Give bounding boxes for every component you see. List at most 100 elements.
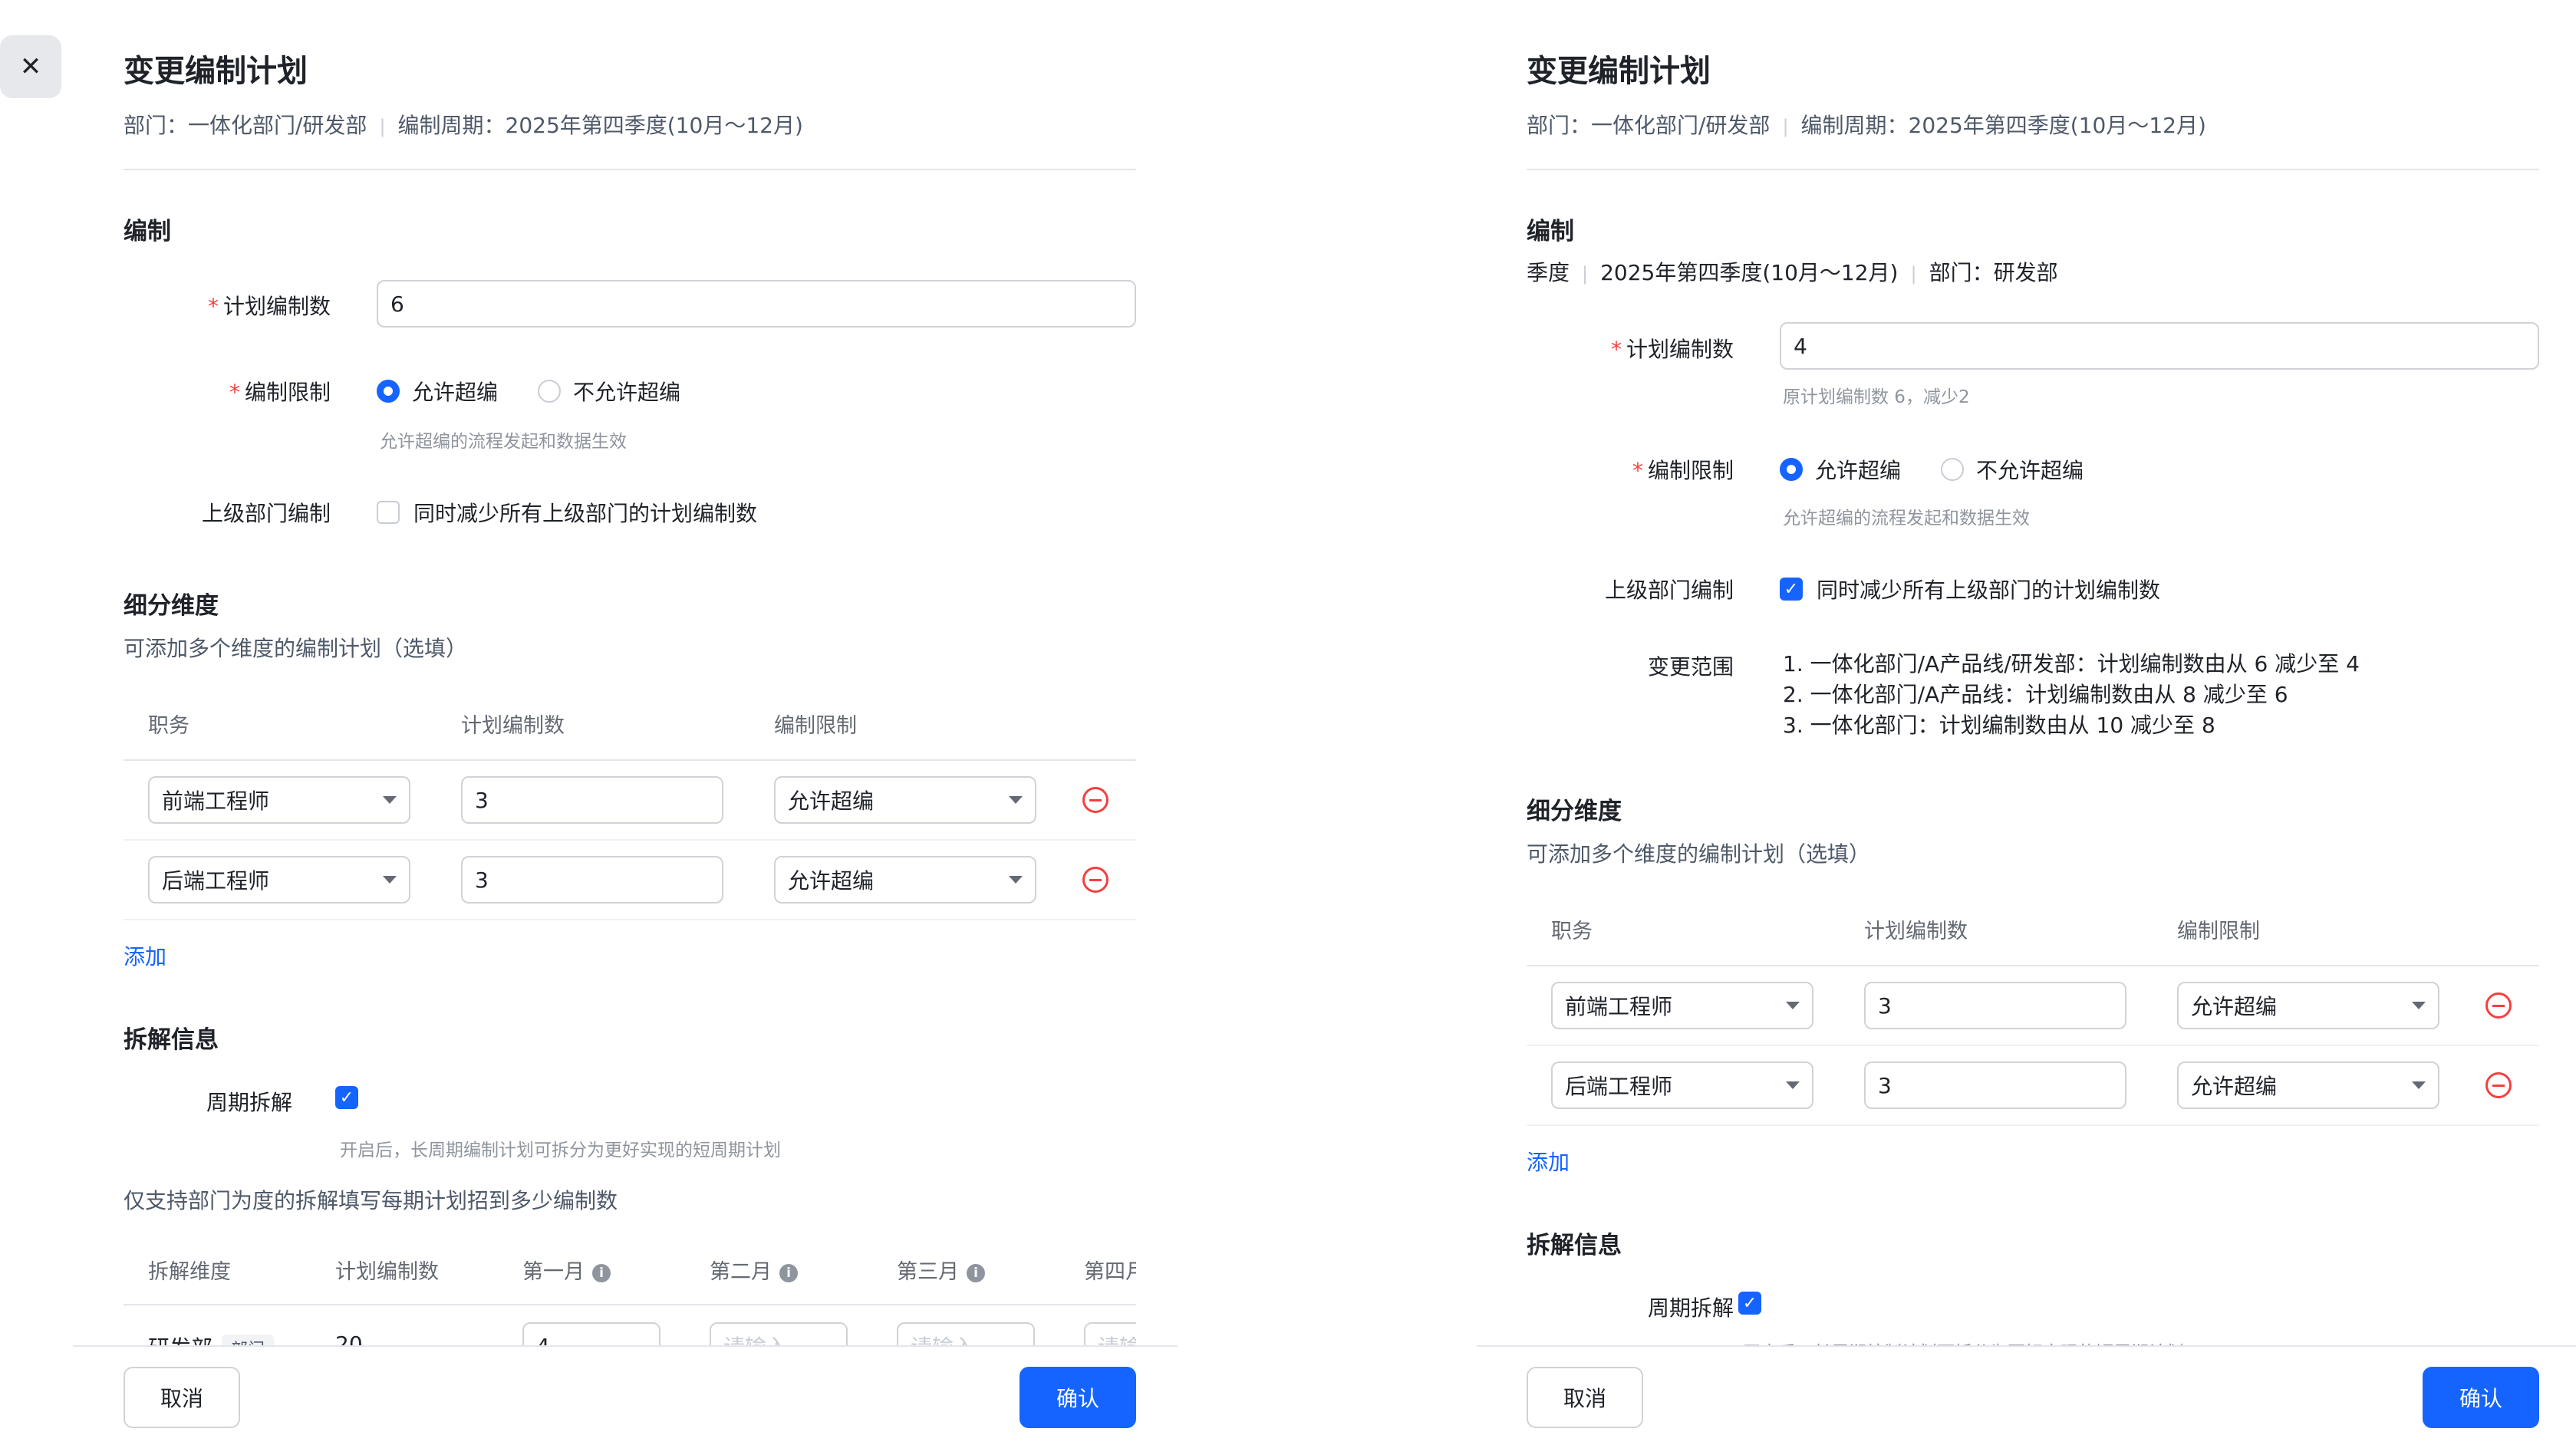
role-limit-select[interactable]: 允许超编	[774, 776, 1036, 824]
change-plan-panel-left: 变更编制计划 部门：一体化部门/研发部 | 编制周期：2025年第四季度(10月～1…	[124, 0, 1136, 1445]
role-count-input[interactable]: 3	[1864, 982, 2126, 1029]
radio-selected-icon	[377, 380, 400, 403]
remove-row-icon[interactable]	[2485, 1072, 2512, 1098]
role-select[interactable]: 后端工程师	[1551, 1062, 1813, 1109]
section-title-headcount: 编制	[1527, 218, 1574, 245]
chevron-down-icon	[383, 876, 397, 884]
plan-count-input[interactable]: 6	[377, 280, 1136, 328]
confirm-button[interactable]: 确认	[2423, 1367, 2539, 1428]
page-meta: 部门：一体化部门/研发部 | 编制周期：2025年第四季度(10月～12月)	[1527, 109, 2206, 140]
split-header-dimension: 拆解维度	[148, 1260, 231, 1284]
close-button[interactable]: ✕	[0, 35, 61, 98]
required-mark: *	[1632, 458, 1643, 483]
plan-count-label: * 计划编制数	[207, 294, 331, 319]
split-hint: 开启后，长周期编制计划可拆分为更好实现的短周期计划	[340, 1141, 781, 1160]
checkbox-checked-icon: ✓	[1738, 1292, 1761, 1315]
split-hint: 开启后，长周期编制计划可拆分为更好实现的短周期计划	[1743, 1338, 2184, 1345]
panel-scroll-area: 变更编制计划 部门：一体化部门/研发部 | 编制周期：2025年第四季度(10月～1…	[1527, 0, 2539, 1345]
page-title: 变更编制计划	[124, 54, 308, 89]
table-header-limit: 编制限制	[774, 714, 857, 738]
table-header-count: 计划编制数	[461, 714, 565, 738]
remove-row-icon[interactable]	[1082, 787, 1108, 813]
radio-unselected-icon	[1941, 458, 1964, 481]
required-mark: *	[229, 380, 240, 405]
dimensions-hint: 可添加多个维度的编制计划（选填）	[1527, 841, 1871, 867]
table-header-limit: 编制限制	[2177, 920, 2260, 943]
meta-separator: |	[1782, 116, 1789, 137]
section-title-dimensions: 细分维度	[124, 592, 219, 620]
cancel-button[interactable]: 取消	[1527, 1367, 1643, 1428]
add-row-link[interactable]: 添加	[124, 940, 166, 971]
chevron-down-icon	[383, 796, 397, 804]
table-header-divider	[124, 759, 1136, 761]
split-toggle-checkbox[interactable]: ✓	[1738, 1292, 1775, 1315]
split-header-month-1: 第一月 i	[522, 1255, 611, 1285]
split-header-month-4: 第四月	[1084, 1260, 1136, 1284]
chevron-down-icon	[2412, 1002, 2426, 1009]
split-header-count: 计划编制数	[335, 1260, 439, 1284]
split-header-month-3: 第三月 i	[897, 1255, 985, 1285]
header-divider	[1527, 169, 2539, 170]
remove-row-icon[interactable]	[1082, 867, 1108, 893]
chevron-down-icon	[1009, 796, 1023, 804]
role-limit-select[interactable]: 允许超编	[774, 856, 1036, 904]
table-row-divider	[124, 839, 1136, 841]
meta-dept: 部门：一体化部门/研发部	[1527, 113, 1771, 138]
plan-count-input[interactable]: 4	[1780, 322, 2539, 370]
change-plan-panel-right: 变更编制计划 部门：一体化部门/研发部 | 编制周期：2025年第四季度(10月～1…	[1527, 0, 2539, 1445]
radio-unselected-icon	[538, 380, 561, 403]
section-title-dimensions: 细分维度	[1527, 798, 1622, 825]
close-icon: ✕	[19, 51, 42, 82]
meta-dept: 部门：一体化部门/研发部	[124, 113, 367, 138]
split-month-1-input[interactable]: 4	[522, 1322, 660, 1345]
plan-count-label: * 计划编制数	[1610, 337, 1734, 362]
panel-scroll-area: 变更编制计划 部门：一体化部门/研发部 | 编制周期：2025年第四季度(10月～1…	[124, 0, 1136, 1345]
split-header-month-2: 第二月 i	[710, 1255, 798, 1285]
meta-separator: |	[379, 116, 386, 137]
split-row-count: 20	[335, 1331, 363, 1345]
remove-row-icon[interactable]	[2485, 992, 2512, 1019]
radio-allow-overstaff[interactable]: 允许超编	[1780, 454, 1901, 485]
meta-period: 编制周期：2025年第四季度(10月～12月)	[1800, 113, 2206, 138]
limit-label: * 编制限制	[229, 380, 331, 405]
role-select[interactable]: 后端工程师	[148, 856, 410, 904]
split-month-4-input[interactable]: 请输入	[1084, 1322, 1136, 1345]
role-count-input[interactable]: 3	[461, 776, 723, 824]
info-icon: i	[779, 1263, 798, 1282]
required-mark: *	[1610, 337, 1622, 362]
dimensions-hint: 可添加多个维度的编制计划（选填）	[124, 636, 468, 661]
parent-reduce-checkbox[interactable]: ✓ 同时减少所有上级部门的计划编制数	[1780, 574, 2160, 604]
cancel-button[interactable]: 取消	[124, 1367, 240, 1428]
radio-allow-overstaff[interactable]: 允许超编	[377, 376, 498, 407]
parent-reduce-checkbox[interactable]: 同时减少所有上级部门的计划编制数	[377, 497, 757, 528]
table-header-count: 计划编制数	[1864, 920, 1968, 943]
radio-disallow-overstaff[interactable]: 不允许超编	[538, 376, 680, 407]
chevron-down-icon	[1009, 876, 1023, 884]
role-limit-select[interactable]: 允许超编	[2177, 982, 2439, 1029]
separator: |	[1582, 263, 1589, 285]
radio-disallow-overstaff[interactable]: 不允许超编	[1941, 454, 2084, 485]
role-select[interactable]: 前端工程师	[1551, 982, 1813, 1029]
split-toggle-checkbox[interactable]: ✓	[335, 1086, 372, 1109]
change-scope-label: 变更范围	[1647, 654, 1734, 680]
confirm-button[interactable]: 确认	[1020, 1367, 1136, 1428]
role-count-input[interactable]: 3	[461, 856, 723, 904]
plan-count-hint: 原计划编制数 6，减少2	[1783, 387, 1970, 407]
season-info-row: 季度 | 2025年第四季度(10月～12月) | 部门：研发部	[1527, 260, 2058, 285]
chevron-down-icon	[2412, 1081, 2426, 1089]
chevron-down-icon	[1786, 1081, 1800, 1089]
role-limit-select[interactable]: 允许超编	[2177, 1062, 2439, 1109]
role-select[interactable]: 前端工程师	[148, 776, 410, 824]
limit-hint: 允许超编的流程发起和数据生效	[380, 432, 627, 452]
radio-selected-icon	[1780, 458, 1803, 481]
split-month-2-input[interactable]: 请输入	[710, 1322, 848, 1345]
chevron-down-icon	[1786, 1002, 1800, 1009]
scope-item: 2. 一体化部门/A产品线：计划编制数由从 8 减少至 6	[1783, 682, 2288, 707]
add-row-link[interactable]: 添加	[1527, 1146, 1570, 1177]
split-month-3-input[interactable]: 请输入	[897, 1322, 1035, 1345]
split-row-dimension: 研发部部门	[148, 1331, 275, 1345]
header-divider	[124, 169, 1136, 170]
required-mark: *	[207, 294, 219, 319]
meta-period: 编制周期：2025年第四季度(10月～12月)	[397, 113, 803, 138]
role-count-input[interactable]: 3	[1864, 1062, 2126, 1109]
